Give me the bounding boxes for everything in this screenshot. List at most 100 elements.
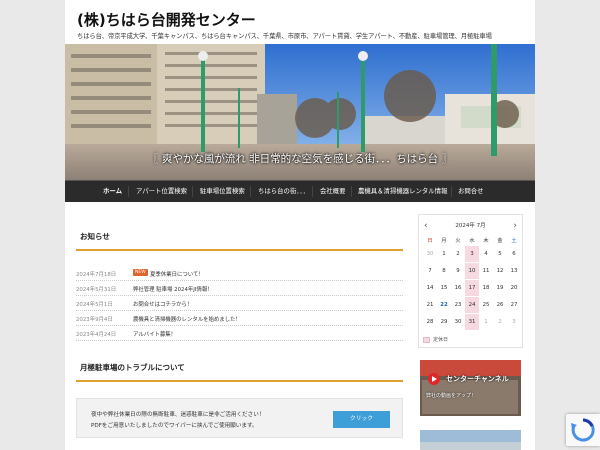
news-item: 2024年5月1日 お問合せはコチラから！ xyxy=(76,296,403,311)
calendar-day: 1 xyxy=(442,251,446,257)
nav-divider xyxy=(351,186,352,197)
weekday-sat: 土 xyxy=(511,238,517,244)
weekday-sun: 日 xyxy=(427,238,433,244)
calendar-day: 3 xyxy=(512,319,516,325)
closed-day-swatch xyxy=(423,336,430,343)
trouble-heading: 月極駐車場のトラブルについて xyxy=(80,363,185,372)
calendar-day: 31 xyxy=(465,314,479,330)
calendar-day: 29 xyxy=(440,319,448,325)
calendar-day: 23 xyxy=(454,302,462,308)
nav-divider xyxy=(312,186,313,197)
hero-image: 〖 爽やかな風が流れ 非日常的な空気を感じる街．．．ちはら台 〗 xyxy=(65,44,535,180)
new-badge: NEW xyxy=(133,269,148,276)
recaptcha-badge[interactable] xyxy=(566,414,600,446)
calendar-day: 8 xyxy=(442,268,446,274)
calendar-grid: 日 月 火 水 木 金 土 30 1 2 3 4 5 6 7 8 9 10 11 12 13 14 15 16 1… xyxy=(423,237,519,331)
news-title[interactable]: アルバイト募集！ xyxy=(133,330,176,338)
calendar-day: 11 xyxy=(482,268,490,274)
news-date: 2024年7月18日 xyxy=(76,272,117,278)
news-date: 2023年9月4日 xyxy=(76,317,113,323)
news-date: 2024年5月1日 xyxy=(76,302,113,308)
nav-rental[interactable]: 農機具＆清掃機器レンタル情報 xyxy=(358,181,447,202)
news-item: 2023年4月24日 アルバイト募集！ xyxy=(76,326,403,341)
calendar-day: 27 xyxy=(510,302,518,308)
weekday-wed: 水 xyxy=(469,238,475,244)
calendar-day: 2 xyxy=(456,251,460,257)
news-item: 2024年7月18日 NEW 夏季休業日について！ xyxy=(76,266,403,281)
calendar-day: 13 xyxy=(510,268,518,274)
news-item: 2024年5月31日 弊社管理 駐車場 2024年JI情報！ xyxy=(76,281,403,296)
calendar-weeks: 30 1 2 3 4 5 6 7 8 9 10 11 12 13 14 15 16 17 18 19 20 21 22 23 2… xyxy=(423,246,519,331)
nav-home[interactable]: ホーム xyxy=(103,181,122,202)
legend-label: 定休日 xyxy=(433,337,449,343)
calendar-week-row: 21 22 23 24 25 26 27 xyxy=(423,297,519,314)
nav-contact[interactable]: お問合せ xyxy=(458,181,484,202)
weekday-thu: 木 xyxy=(483,238,489,244)
calendar-day: 24 xyxy=(465,297,479,313)
news-item: 2023年9月4日 農機具と清掃機器のレンタルを始めました！ xyxy=(76,311,403,326)
calendar-day: 21 xyxy=(426,302,434,308)
nav-town[interactable]: ちはら台の街．．． xyxy=(258,181,309,202)
calendar-day: 22 xyxy=(440,302,448,308)
center-channel-banner[interactable]: センターチャンネル 弊社の動画をアップ！ xyxy=(420,360,521,416)
calendar-week-row: 7 8 9 10 11 12 13 xyxy=(423,263,519,280)
calendar-week-row: 30 1 2 3 4 5 6 xyxy=(423,246,519,263)
news-heading-underline xyxy=(76,249,403,251)
calendar-day: 16 xyxy=(454,285,462,291)
calendar-legend: 定休日 xyxy=(423,336,448,343)
click-button[interactable]: クリック xyxy=(333,411,390,428)
calendar-day: 14 xyxy=(426,285,434,291)
weekday-fri: 金 xyxy=(497,238,503,244)
calendar-day: 1 xyxy=(484,319,488,325)
nav-divider xyxy=(451,186,452,197)
news-title[interactable]: お問合せはコチラから！ xyxy=(133,300,192,308)
holiday-calendar: ‹ 2024年 7月 › 日 月 火 水 木 金 土 30 1 2 3 4 5 6 7 8 9 10… xyxy=(418,214,523,348)
calendar-day: 9 xyxy=(456,268,460,274)
nav-divider xyxy=(250,186,251,197)
notice-line-1: 夜中や弊社休業日の際の無断駐車、迷惑駐車に是非ご活用ください！ xyxy=(91,412,265,418)
weekday-tue: 火 xyxy=(455,238,461,244)
calendar-day: 20 xyxy=(510,285,518,291)
weekday-mon: 月 xyxy=(441,238,447,244)
calendar-day: 6 xyxy=(512,251,516,257)
calendar-day: 26 xyxy=(496,302,504,308)
calendar-day: 7 xyxy=(428,268,432,274)
calendar-day: 15 xyxy=(440,285,448,291)
calendar-day: 2 xyxy=(498,319,502,325)
nav-company[interactable]: 会社概要 xyxy=(320,181,346,202)
news-title[interactable]: 夏季休業日について！ xyxy=(150,270,204,278)
calendar-day: 10 xyxy=(465,263,479,279)
nav-parking-search[interactable]: 駐車場位置検索 xyxy=(200,181,245,202)
main-nav: ホーム アパート位置検索 駐車場位置検索 ちはら台の街．．． 会社概要 農機具＆… xyxy=(65,180,535,202)
news-title[interactable]: 農機具と清掃機器のレンタルを始めました！ xyxy=(133,315,241,323)
banner-title: センターチャンネル xyxy=(446,375,509,383)
news-title[interactable]: 弊社管理 駐車場 2024年JI情報！ xyxy=(133,285,213,293)
calendar-weekday-row: 日 月 火 水 木 金 土 xyxy=(423,237,519,246)
calendar-day: 19 xyxy=(496,285,504,291)
calendar-day: 3 xyxy=(465,246,479,262)
banner-image xyxy=(420,360,521,416)
site-title[interactable]: (株)ちはら台開発センター xyxy=(77,9,256,30)
calendar-day: 5 xyxy=(498,251,502,257)
hero-caption: 〖 爽やかな風が流れ 非日常的な空気を感じる街．．．ちはら台 〗 xyxy=(147,153,452,165)
secondary-banner[interactable] xyxy=(420,430,521,450)
banner-subtitle: 弊社の動画をアップ！ xyxy=(426,393,477,399)
calendar-day: 28 xyxy=(426,319,434,325)
nav-divider xyxy=(192,186,193,197)
calendar-day: 30 xyxy=(454,319,462,325)
calendar-day: 18 xyxy=(482,285,490,291)
calendar-day: 30 xyxy=(426,251,434,257)
nav-apartment-search[interactable]: アパート位置検索 xyxy=(136,181,187,202)
banner-image xyxy=(420,430,521,450)
calendar-day: 25 xyxy=(482,302,490,308)
news-date: 2024年5月31日 xyxy=(76,287,117,293)
calendar-day: 17 xyxy=(465,280,479,296)
calendar-week-row: 28 29 30 31 1 2 3 xyxy=(423,314,519,331)
news-date: 2023年4月24日 xyxy=(76,332,117,338)
calendar-next-button[interactable]: › xyxy=(513,222,517,231)
calendar-day: 12 xyxy=(496,268,504,274)
recaptcha-icon xyxy=(571,418,595,442)
news-heading: お知らせ xyxy=(80,232,110,241)
calendar-day: 4 xyxy=(484,251,488,257)
trouble-heading-underline xyxy=(76,380,403,382)
